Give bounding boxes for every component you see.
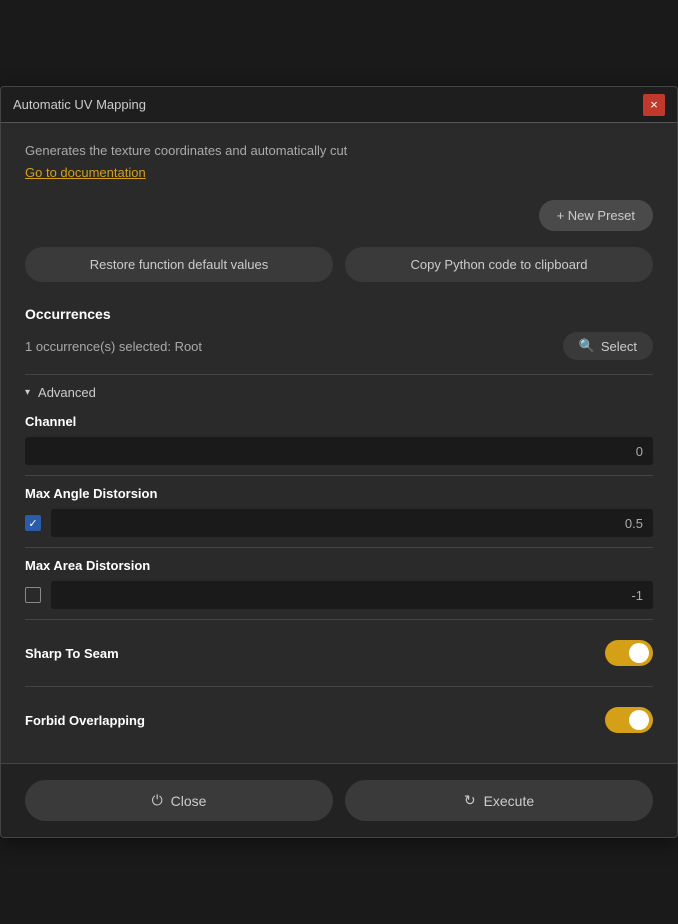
max-angle-checkbox[interactable] xyxy=(25,515,41,531)
divider-2 xyxy=(25,475,653,476)
select-button[interactable]: 🔍 Select xyxy=(563,332,653,360)
max-area-slider[interactable]: -1 xyxy=(51,581,653,609)
divider-5 xyxy=(25,686,653,687)
channel-value: 0 xyxy=(636,444,643,459)
sharp-to-seam-row: Sharp To Seam xyxy=(25,630,653,676)
content-area: Generates the texture coordinates and au… xyxy=(1,123,677,763)
select-label: Select xyxy=(601,339,637,354)
power-icon: ⏻ xyxy=(152,792,163,809)
footer: ⏻ Close ↻ Execute xyxy=(1,763,677,837)
close-label: Close xyxy=(171,793,207,809)
search-icon: 🔍 xyxy=(579,338,595,354)
chevron-down-icon: ▾ xyxy=(25,387,30,398)
sharp-to-seam-toggle[interactable] xyxy=(605,640,653,666)
execute-label: Execute xyxy=(484,793,535,809)
occurrences-text: 1 occurrence(s) selected: Root xyxy=(25,339,202,354)
title-bar: Automatic UV Mapping × xyxy=(1,87,677,123)
close-button[interactable]: ⏻ Close xyxy=(25,780,333,821)
execute-button[interactable]: ↻ Execute xyxy=(345,780,653,821)
close-window-button[interactable]: × xyxy=(643,94,665,116)
forbid-overlapping-row: Forbid Overlapping xyxy=(25,697,653,743)
channel-label: Channel xyxy=(25,414,653,429)
occurrences-title: Occurrences xyxy=(25,306,653,322)
max-area-field: Max Area Distorsion -1 xyxy=(25,558,653,609)
divider-4 xyxy=(25,619,653,620)
channel-slider[interactable]: 0 xyxy=(25,437,653,465)
main-window: Automatic UV Mapping × Generates the tex… xyxy=(0,86,678,838)
forbid-overlapping-toggle[interactable] xyxy=(605,707,653,733)
max-angle-label: Max Angle Distorsion xyxy=(25,486,653,501)
action-buttons: Restore function default values Copy Pyt… xyxy=(25,247,653,282)
copy-python-button[interactable]: Copy Python code to clipboard xyxy=(345,247,653,282)
refresh-icon: ↻ xyxy=(464,792,476,809)
channel-slider-row: 0 xyxy=(25,437,653,465)
max-area-label: Max Area Distorsion xyxy=(25,558,653,573)
sharp-to-seam-label: Sharp To Seam xyxy=(25,646,119,661)
divider-1 xyxy=(25,374,653,375)
advanced-toggle[interactable]: ▾ Advanced xyxy=(25,385,653,400)
max-area-slider-row: -1 xyxy=(25,581,653,609)
occurrences-row: 1 occurrence(s) selected: Root 🔍 Select xyxy=(25,332,653,360)
new-preset-button[interactable]: + New Preset xyxy=(539,200,653,231)
max-area-checkbox[interactable] xyxy=(25,587,41,603)
max-angle-slider-row: 0.5 xyxy=(25,509,653,537)
channel-field: Channel 0 xyxy=(25,414,653,465)
description-text: Generates the texture coordinates and au… xyxy=(25,143,653,158)
max-angle-value: 0.5 xyxy=(625,516,643,531)
max-angle-slider[interactable]: 0.5 xyxy=(51,509,653,537)
max-angle-field: Max Angle Distorsion 0.5 xyxy=(25,486,653,537)
forbid-overlapping-label: Forbid Overlapping xyxy=(25,713,145,728)
doc-link[interactable]: Go to documentation xyxy=(25,165,146,180)
window-title: Automatic UV Mapping xyxy=(13,97,146,112)
advanced-label: Advanced xyxy=(38,385,96,400)
max-area-value: -1 xyxy=(631,588,643,603)
restore-defaults-button[interactable]: Restore function default values xyxy=(25,247,333,282)
divider-3 xyxy=(25,547,653,548)
top-actions: + New Preset xyxy=(25,200,653,231)
